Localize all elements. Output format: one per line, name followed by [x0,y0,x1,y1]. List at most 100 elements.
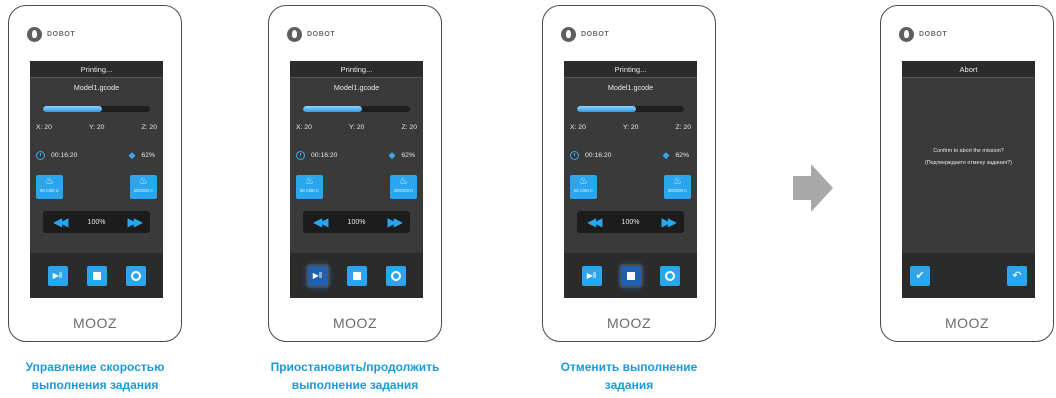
speed-value: 100% [347,218,366,226]
layers-icon: ◆ [388,150,396,160]
speed-up-icon[interactable]: ▶▶ [128,215,144,229]
confirm-button[interactable]: ✔ [910,265,930,286]
nozzle-temp-button[interactable]: ♨ 200/200 C [130,175,157,199]
coordinates: X: 20 Y: 20 Z: 20 [296,124,417,131]
printing-screen: Printing... Model1.gcode X: 20 Y: 20 Z: 20… [290,61,423,298]
nozzle-temp-button[interactable]: ♨ 200/200 C [390,175,417,199]
metrics: 00:16:20 ◆ 62% [570,151,689,160]
nozzle-temp-button[interactable]: ♨ 200/200 C [664,175,691,199]
device-brand: MOOZ [945,315,989,331]
temperature-row: ♨ 60 C/60 C ♨ 200/200 C [36,175,157,199]
speed-value: 100% [621,218,640,226]
elapsed-time: 00:16:20 [585,152,612,159]
gear-icon [390,270,401,281]
progress-fill [43,106,102,112]
clock-icon [570,151,579,160]
settings-button[interactable] [659,265,680,286]
speed-down-icon[interactable]: ◀◀ [313,215,329,229]
printing-screen: Printing... Model1.gcode X: 20 Y: 20 Z: 20… [564,61,697,298]
metrics: 00:16:20 ◆ 62% [36,151,155,160]
device-brand: MOOZ [73,315,117,331]
screen-title: Printing... [30,61,163,78]
y-coord: Y: 20 [88,124,105,131]
dobot-logo-icon [899,27,914,42]
filename: Model1.gcode [73,83,120,92]
bed-temp-button[interactable]: ♨ 60 C/60 C [570,175,597,199]
speed-control: ◀◀ 100% ▶▶ [43,211,150,233]
coordinates: X: 20 Y: 20 Z: 20 [36,124,157,131]
device-speed-control: DOBOT Printing... Model1.gcode X: 20 Y: 2… [8,5,182,342]
settings-button[interactable] [385,265,406,286]
stop-button[interactable] [86,265,107,286]
dobot-logo-icon [27,27,42,42]
back-button[interactable]: ↶ [1007,265,1027,286]
stop-button[interactable] [620,265,641,286]
device-brand: MOOZ [607,315,651,331]
dobot-logo: DOBOT [899,27,947,42]
printing-screen: Printing... Model1.gcode X: 20 Y: 20 Z: 20… [30,61,163,298]
speed-up-icon[interactable]: ▶▶ [662,215,678,229]
play-pause-button[interactable]: ▶‖ [581,265,602,286]
progress-fill [577,106,636,112]
dobot-logo: DOBOT [561,27,609,42]
screen-title: Printing... [290,61,423,78]
gear-icon [664,270,675,281]
device-cancel-job: DOBOT Printing... Model1.gcode X: 20 Y: 2… [542,5,716,342]
z-coord: Z: 20 [675,124,692,131]
dobot-logo: DOBOT [287,27,335,42]
device-pause-resume: DOBOT Printing... Model1.gcode X: 20 Y: 2… [268,5,442,342]
filename: Model1.gcode [607,83,654,92]
x-coord: X: 20 [570,124,586,131]
bed-temp-button[interactable]: ♨ 60 C/60 C [36,175,63,199]
caption-pause-resume: Приостановить/продолжить выполнение задан… [270,360,440,392]
dobot-logo: DOBOT [27,27,75,42]
bed-icon: ♨ [305,176,314,187]
stop-icon [92,271,101,280]
play-pause-button[interactable]: ▶‖ [47,265,68,286]
bed-icon: ♨ [579,176,588,187]
z-coord: Z: 20 [401,124,418,131]
progress-bar [43,106,150,112]
screen-title: Printing... [564,61,697,78]
clock-icon [36,151,45,160]
layers-icon: ◆ [128,150,136,160]
temperature-row: ♨ 60 C/60 C ♨ 200/200 C [296,175,417,199]
settings-button[interactable] [125,265,146,286]
speed-up-icon[interactable]: ▶▶ [388,215,404,229]
speed-down-icon[interactable]: ◀◀ [53,215,69,229]
elapsed-time: 00:16:20 [311,152,338,159]
bottom-bar: ▶‖ [290,253,423,298]
stop-icon [626,271,635,280]
abort-title: Abort [902,61,1035,78]
progress-bar [577,106,684,112]
abort-question-ru: (Подтверждаете отмену задания?) [925,160,1012,166]
back-arrow-icon: ↶ [1012,270,1022,282]
y-coord: Y: 20 [348,124,365,131]
progress-fill [303,106,362,112]
nozzle-icon: ♨ [139,176,148,187]
dobot-logo-icon [561,27,576,42]
abort-message: Confirm to abort the mission? (Подтвержд… [902,145,1035,169]
speed-value: 100% [87,218,106,226]
progress-bar [303,106,410,112]
speed-down-icon[interactable]: ◀◀ [587,215,603,229]
caption-cancel-job: Отменить выполнение задания [560,360,698,392]
percent-complete: 62% [141,152,155,159]
nozzle-icon: ♨ [673,176,682,187]
percent-complete: 62% [675,152,689,159]
nozzle-icon: ♨ [399,176,408,187]
dobot-logo-icon [287,27,302,42]
gear-icon [130,270,141,281]
check-icon: ✔ [915,270,925,282]
bed-temp-button[interactable]: ♨ 60 C/60 C [296,175,323,199]
x-coord: X: 20 [36,124,52,131]
abort-screen: Abort Confirm to abort the mission? (Под… [902,61,1035,298]
x-coord: X: 20 [296,124,312,131]
temperature-row: ♨ 60 C/60 C ♨ 200/200 C [570,175,691,199]
play-pause-button[interactable]: ▶‖ [307,265,328,286]
clock-icon [296,151,305,160]
stop-button[interactable] [346,265,367,286]
z-coord: Z: 20 [141,124,158,131]
filename: Model1.gcode [333,83,380,92]
device-abort-confirm: DOBOT Abort Confirm to abort the mission… [880,5,1054,342]
